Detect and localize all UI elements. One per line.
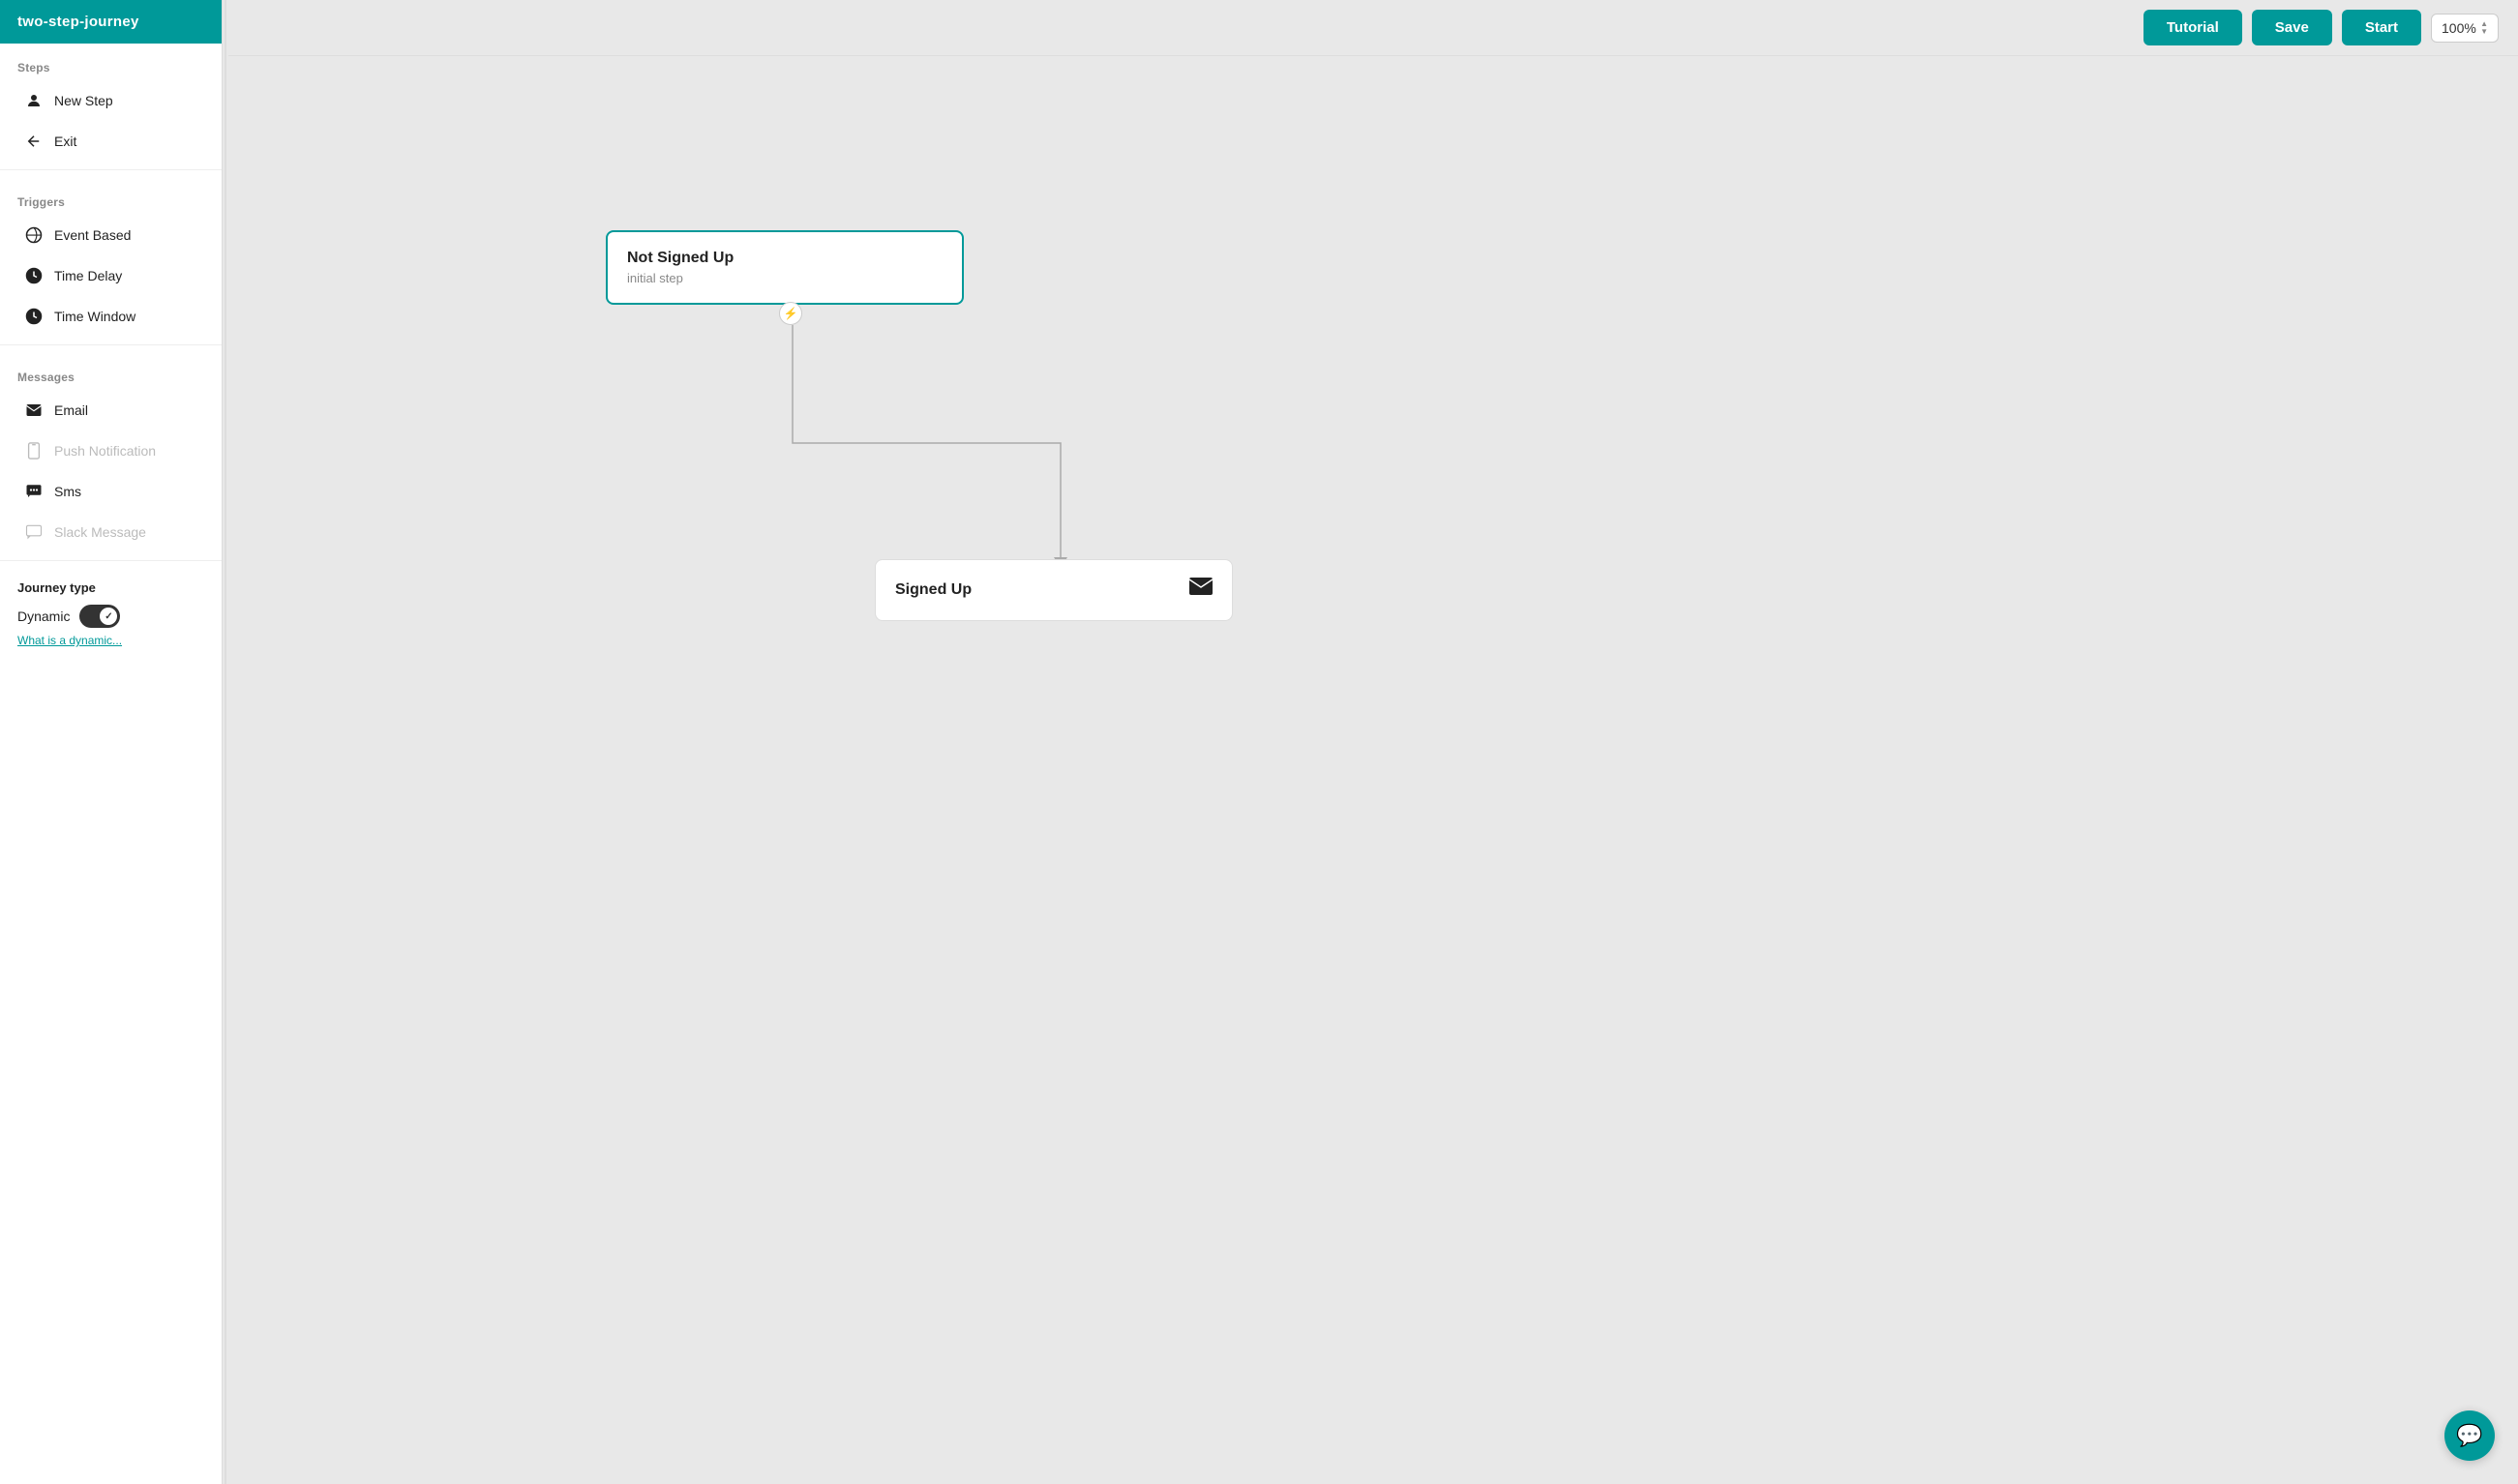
app-title: two-step-journey	[0, 0, 222, 44]
sidebar-item-new-step[interactable]: New Step	[6, 81, 216, 120]
sidebar-item-time-window[interactable]: Time Window	[6, 297, 216, 336]
dynamic-label: Dynamic	[17, 608, 70, 624]
zoom-control[interactable]: 100% ▲ ▼	[2431, 14, 2499, 43]
event-based-label: Event Based	[54, 227, 131, 243]
chat-bubble-icon: 💬	[2456, 1423, 2482, 1448]
node-signed-up-title: Signed Up	[895, 581, 972, 599]
dynamic-toggle[interactable]: ✓	[79, 605, 120, 628]
person-icon	[23, 90, 45, 111]
zoom-arrows: ▲ ▼	[2480, 20, 2488, 36]
sidebar-item-push-notification[interactable]: Push Notification	[6, 431, 216, 470]
node-not-signed-up[interactable]: Not Signed Up initial step	[606, 230, 964, 305]
push-notification-label: Push Notification	[54, 443, 156, 459]
time-delay-label: Time Delay	[54, 268, 122, 283]
start-button[interactable]: Start	[2342, 10, 2421, 45]
sidebar-item-slack[interactable]: Slack Message	[6, 513, 216, 551]
sidebar-item-event-based[interactable]: Event Based	[6, 216, 216, 254]
exit-icon	[23, 131, 45, 152]
exit-label: Exit	[54, 134, 76, 149]
zoom-down-arrow[interactable]: ▼	[2480, 28, 2488, 36]
triggers-section-label: Triggers	[0, 178, 222, 215]
node-email-icon	[1189, 578, 1213, 603]
sidebar-item-sms[interactable]: Sms	[6, 472, 216, 511]
node-signed-up[interactable]: Signed Up	[875, 559, 1233, 621]
sidebar-item-exit[interactable]: Exit	[6, 122, 216, 161]
journey-type-label: Journey type	[17, 580, 204, 595]
sidebar-item-email[interactable]: Email	[6, 391, 216, 430]
messages-section-label: Messages	[0, 353, 222, 390]
canvas: ⚡ Not Signed Up initial step Signed Up	[228, 56, 2518, 1484]
steps-section-label: Steps	[0, 44, 222, 80]
chat-bubble-button[interactable]: 💬	[2444, 1410, 2495, 1461]
zoom-value: 100%	[2442, 20, 2476, 36]
node-not-signed-up-subtitle: initial step	[627, 271, 943, 285]
save-button[interactable]: Save	[2252, 10, 2332, 45]
connector-lines	[228, 56, 2518, 1484]
slack-label: Slack Message	[54, 524, 146, 540]
main-content: Tutorial Save Start 100% ▲ ▼ ⚡ Not Signe…	[228, 0, 2518, 1484]
clock-icon-window	[23, 306, 45, 327]
divider-2	[0, 344, 222, 345]
slack-icon	[23, 521, 45, 543]
sms-icon	[23, 481, 45, 502]
sidebar: two-step-journey Steps New Step Exit Tri…	[0, 0, 223, 1484]
toggle-knob: ✓	[100, 608, 117, 625]
toolbar: Tutorial Save Start 100% ▲ ▼	[228, 0, 2518, 56]
globe-icon	[23, 224, 45, 246]
email-label: Email	[54, 402, 88, 418]
tutorial-button[interactable]: Tutorial	[2143, 10, 2242, 45]
toggle-check-icon: ✓	[105, 611, 112, 622]
journey-type-section: Journey type Dynamic ✓ What is a dynamic…	[0, 569, 222, 659]
clock-icon-delay	[23, 265, 45, 286]
dynamic-row: Dynamic ✓	[17, 605, 204, 628]
time-window-label: Time Window	[54, 309, 135, 324]
lightning-icon: ⚡	[779, 302, 802, 325]
node-not-signed-up-title: Not Signed Up	[627, 250, 943, 267]
phone-icon	[23, 440, 45, 461]
new-step-label: New Step	[54, 93, 113, 108]
what-is-dynamic-link[interactable]: What is a dynamic...	[17, 634, 204, 647]
sms-label: Sms	[54, 484, 81, 499]
divider-1	[0, 169, 222, 170]
email-icon	[23, 400, 45, 421]
sidebar-item-time-delay[interactable]: Time Delay	[6, 256, 216, 295]
divider-3	[0, 560, 222, 561]
